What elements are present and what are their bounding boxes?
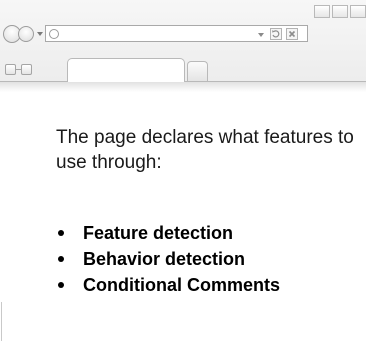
tab-active[interactable] xyxy=(67,58,185,82)
address-dropdown-icon[interactable] xyxy=(258,33,264,37)
chrome-shadow xyxy=(0,82,366,92)
feature-list: Feature detection Behavior detection Con… xyxy=(56,220,280,298)
page-icon xyxy=(49,29,59,39)
list-item: Feature detection xyxy=(56,220,280,246)
bullet-icon xyxy=(58,256,64,262)
list-item: Behavior detection xyxy=(56,246,280,272)
minimize-button[interactable] xyxy=(314,5,330,18)
list-item-label: Conditional Comments xyxy=(83,275,280,295)
quick-tabs-icon[interactable] xyxy=(21,64,32,75)
intro-text: The page declares what features to use t… xyxy=(56,127,354,173)
tab-bar xyxy=(0,56,366,82)
favorites-icon[interactable] xyxy=(5,64,16,75)
address-bar[interactable] xyxy=(45,25,308,42)
refresh-icon[interactable] xyxy=(270,28,282,40)
bullet-icon xyxy=(58,282,64,288)
browser-window: The page declares what features to use t… xyxy=(0,0,366,341)
close-window-button[interactable] xyxy=(350,5,366,18)
browser-chrome xyxy=(0,0,366,88)
list-item: Conditional Comments xyxy=(56,272,280,298)
window-edge xyxy=(1,302,2,341)
navigation-bar xyxy=(0,22,366,48)
maximize-button[interactable] xyxy=(332,5,348,18)
new-tab-button[interactable] xyxy=(187,61,208,82)
list-item-label: Feature detection xyxy=(83,223,234,243)
recent-pages-dropdown-icon[interactable] xyxy=(37,32,43,36)
bullet-icon xyxy=(58,230,64,236)
page-content: The page declares what features to use t… xyxy=(0,92,366,341)
window-controls xyxy=(314,5,366,18)
forward-button[interactable] xyxy=(18,26,34,42)
stop-icon[interactable] xyxy=(286,28,298,40)
list-item-label: Behavior detection xyxy=(83,249,246,269)
